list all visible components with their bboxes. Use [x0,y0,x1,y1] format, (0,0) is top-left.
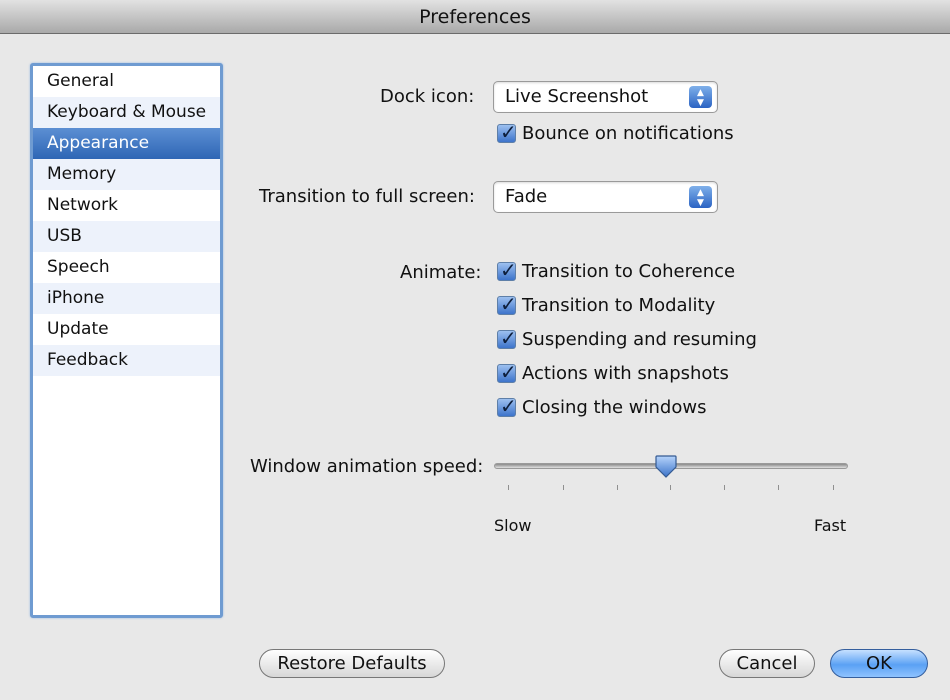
sidebar-item-memory[interactable]: Memory [33,159,220,190]
speed-slider-thumb[interactable] [654,454,678,479]
animate-option-label: Transition to Coherence [522,260,736,282]
animate-option-label: Actions with snapshots [522,362,729,384]
sidebar-item-usb[interactable]: USB [33,221,220,252]
slider-tick [670,485,671,490]
sidebar-item-network[interactable]: Network [33,190,220,221]
speed-min-label: Slow [494,516,532,535]
animate-label: Animate: [400,262,482,283]
restore-defaults-button[interactable]: Restore Defaults [259,649,445,678]
bounce-checkbox-row[interactable]: ✓ Bounce on notifications [497,120,734,146]
checkmark-icon: ✓ [500,325,517,350]
sidebar-item-feedback[interactable]: Feedback [33,345,220,376]
dock-icon-select-value: Live Screenshot [505,86,649,107]
sidebar-item-iphone[interactable]: iPhone [33,283,220,314]
sidebar-item-keyboard-mouse[interactable]: Keyboard & Mouse [33,97,220,128]
checkmark-icon: ✓ [500,291,517,316]
animate-modality-checkbox[interactable]: ✓ [497,292,517,316]
category-list[interactable]: General Keyboard & Mouse Appearance Memo… [30,63,223,618]
slider-tick [617,485,618,490]
speed-max-label: Fast [814,516,847,535]
slider-tick [724,485,725,490]
sidebar-item-update[interactable]: Update [33,314,220,345]
transition-label: Transition to full screen: [259,186,475,207]
checkmark-icon: ✓ [500,119,517,144]
slider-tick [563,485,564,490]
select-arrows-icon: ▲ ▼ [689,86,712,108]
window-title: Preferences [0,0,950,34]
animate-option-row[interactable]: ✓ Transition to Coherence [497,258,735,284]
transition-select[interactable]: Fade ▲ ▼ [493,181,718,213]
checkmark-icon: ✓ [500,359,517,384]
dock-icon-label: Dock icon: [380,86,475,107]
animate-option-label: Closing the windows [522,396,707,418]
animate-coherence-checkbox[interactable]: ✓ [497,258,517,282]
cancel-button[interactable]: Cancel [719,649,815,678]
select-arrows-icon: ▲ ▼ [689,186,712,208]
animate-closing-checkbox[interactable]: ✓ [497,394,517,418]
animate-suspend-checkbox[interactable]: ✓ [497,326,517,350]
speed-label: Window animation speed: [250,456,484,477]
checkmark-icon: ✓ [500,393,517,418]
dock-icon-select[interactable]: Live Screenshot ▲ ▼ [493,81,718,113]
bounce-label: Bounce on notifications [522,122,734,144]
animate-option-row[interactable]: ✓ Transition to Modality [497,292,715,318]
slider-tick [508,485,509,490]
checkmark-icon: ✓ [500,257,517,282]
animate-option-label: Transition to Modality [522,294,716,316]
animate-snapshots-checkbox[interactable]: ✓ [497,360,517,384]
slider-tick [778,485,779,490]
preferences-window: Preferences General Keyboard & Mouse App… [0,0,950,700]
ok-button[interactable]: OK [830,649,928,678]
sidebar-item-speech[interactable]: Speech [33,252,220,283]
animate-option-row[interactable]: ✓ Actions with snapshots [497,360,729,386]
animate-option-label: Suspending and resuming [522,328,757,350]
animate-option-row[interactable]: ✓ Suspending and resuming [497,326,757,352]
sidebar-item-appearance[interactable]: Appearance [33,128,220,159]
slider-tick [833,485,834,490]
sidebar-item-general[interactable]: General [33,66,220,97]
bounce-checkbox[interactable]: ✓ [497,120,517,144]
animate-option-row[interactable]: ✓ Closing the windows [497,394,706,420]
transition-select-value: Fade [505,186,548,207]
